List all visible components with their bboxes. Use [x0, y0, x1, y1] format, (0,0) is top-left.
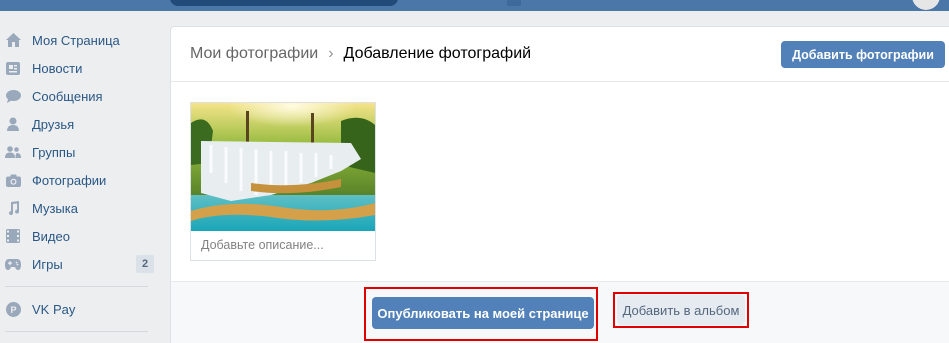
music-icon	[5, 200, 21, 216]
add-to-album-button[interactable]: Добавить в альбом	[617, 295, 745, 325]
sidebar-item-label: Моя Страница	[32, 32, 120, 48]
friend-icon	[5, 116, 21, 132]
sidebar-item-music[interactable]: Музыка	[0, 194, 160, 222]
waterfall-photo[interactable]	[191, 103, 375, 231]
photo-description-input[interactable]: Добавьте описание...	[201, 238, 324, 252]
sidebar-item-photos[interactable]: Фотографии	[0, 166, 160, 194]
panel-footer: Опубликовать на моей странице Добавить в…	[171, 281, 949, 343]
search-input[interactable]	[170, 0, 398, 6]
vkpay-icon: P	[5, 301, 21, 317]
groups-icon	[5, 144, 21, 160]
add-photos-button[interactable]: Добавить фотографии	[781, 41, 945, 68]
sidebar-item-groups[interactable]: Группы	[0, 138, 160, 166]
top-bar	[0, 0, 949, 11]
sidebar-item-my-page[interactable]: Моя Страница	[0, 26, 160, 54]
sidebar-item-messages[interactable]: Сообщения	[0, 82, 160, 110]
sidebar-item-label: Музыка	[32, 200, 78, 216]
breadcrumb-my-photos[interactable]: Мои фотографии	[190, 45, 318, 63]
sidebar-divider	[5, 331, 148, 332]
sidebar-item-label: Видео	[32, 228, 70, 244]
svg-text:P: P	[10, 305, 16, 315]
photo-card[interactable]: Добавьте описание...	[190, 102, 376, 261]
sidebar-item-label: Друзья	[32, 116, 75, 132]
sidebar-item-label: Новости	[32, 60, 83, 76]
sidebar-divider	[5, 286, 148, 287]
page-title: Добавление фотографий	[343, 45, 532, 62]
gamepad-icon	[5, 256, 21, 272]
sidebar-item-label: Фотографии	[32, 172, 107, 188]
publish-on-my-page-button[interactable]: Опубликовать на моей странице	[372, 297, 594, 329]
video-icon	[5, 228, 21, 244]
chevron-right-icon: ›	[328, 45, 334, 62]
news-icon	[5, 60, 21, 76]
sidebar-item-label: Игры	[32, 256, 63, 272]
panel-header: Мои фотографии › Добавление фотографий Д…	[171, 27, 949, 82]
notifications-icon[interactable]	[507, 0, 521, 6]
camera-icon	[5, 172, 21, 188]
sidebar-item-label: VK Pay	[32, 301, 76, 317]
sidebar-item-games[interactable]: Игры 2	[0, 250, 160, 278]
sidebar-item-label: Сообщения	[32, 88, 103, 104]
messages-icon	[5, 88, 21, 104]
sidebar-item-friends[interactable]: Друзья	[0, 110, 160, 138]
sidebar-item-vk-pay[interactable]: P VK Pay	[0, 295, 160, 323]
avatar[interactable]	[912, 0, 940, 10]
sidebar-item-news[interactable]: Новости	[0, 54, 160, 82]
sidebar-item-label: Группы	[32, 144, 76, 160]
home-icon	[5, 32, 21, 48]
games-count-badge: 2	[136, 255, 154, 273]
sidebar-item-video[interactable]: Видео	[0, 222, 160, 250]
sidebar: Моя Страница Новости Сообщения Друзья Гр…	[0, 26, 160, 340]
upload-panel: Мои фотографии › Добавление фотографий Д…	[170, 26, 949, 343]
